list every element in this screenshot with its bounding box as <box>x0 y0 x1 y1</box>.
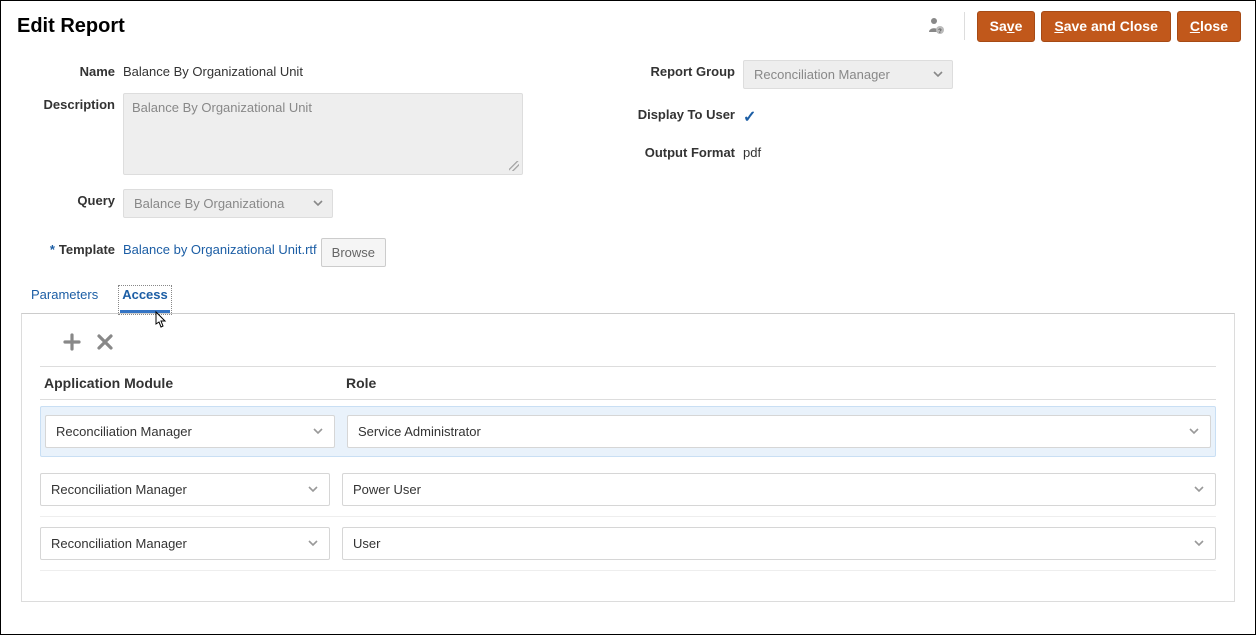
chevron-down-icon <box>932 68 944 80</box>
close-label: Close <box>1190 18 1228 34</box>
query-value: Balance By Organizationa <box>134 196 284 211</box>
description-textarea[interactable]: Balance By Organizational Unit <box>123 93 523 175</box>
chevron-down-icon <box>312 197 324 209</box>
role-select[interactable]: User <box>342 527 1216 560</box>
chevron-down-icon <box>1188 425 1200 437</box>
table-row[interactable]: Reconciliation Manager Service Administr… <box>40 406 1216 457</box>
form-area: Name Balance By Organizational Unit Desc… <box>1 50 1255 281</box>
template-link[interactable]: Balance by Organizational Unit.rtf <box>123 238 317 257</box>
toolbar <box>40 332 1216 366</box>
app-module-value: Reconciliation Manager <box>56 424 192 439</box>
name-value: Balance By Organizational Unit <box>123 60 303 79</box>
col-header-role: Role <box>342 375 1216 391</box>
role-value: User <box>353 536 380 551</box>
tab-parameters[interactable]: Parameters <box>31 287 98 313</box>
chevron-down-icon <box>1193 483 1205 495</box>
app-module-value: Reconciliation Manager <box>51 482 187 497</box>
col-header-app: Application Module <box>40 375 342 391</box>
access-panel: Application Module Role Reconciliation M… <box>21 313 1235 602</box>
app-module-select[interactable]: Reconciliation Manager <box>40 527 330 560</box>
save-and-close-button[interactable]: Save and Close <box>1041 11 1171 42</box>
report-group-value: Reconciliation Manager <box>754 67 890 82</box>
query-select[interactable]: Balance By Organizationa <box>123 189 333 218</box>
header-actions: ? Save Save and Close Close <box>926 11 1241 42</box>
output-format-value: pdf <box>743 141 761 160</box>
divider <box>964 12 965 40</box>
description-value: Balance By Organizational Unit <box>132 100 312 115</box>
save-close-label: Save and Close <box>1054 18 1158 34</box>
role-select[interactable]: Power User <box>342 473 1216 506</box>
close-button[interactable]: Close <box>1177 11 1241 42</box>
form-left-col: Name Balance By Organizational Unit Desc… <box>31 60 523 281</box>
grid-header: Application Module Role <box>40 366 1216 400</box>
chevron-down-icon <box>307 537 319 549</box>
page-title: Edit Report <box>17 15 125 38</box>
table-row[interactable]: Reconciliation Manager User <box>40 517 1216 571</box>
chevron-down-icon <box>1193 537 1205 549</box>
tabs: Parameters Access <box>1 281 1255 313</box>
role-select[interactable]: Service Administrator <box>347 415 1211 448</box>
user-role-icon[interactable]: ? <box>926 16 946 36</box>
query-label: Query <box>31 189 123 208</box>
header-bar: Edit Report ? Save Save and Close Close <box>1 1 1255 50</box>
chevron-down-icon <box>307 483 319 495</box>
chevron-down-icon <box>312 425 324 437</box>
save-button[interactable]: Save <box>977 11 1036 42</box>
report-group-select[interactable]: Reconciliation Manager <box>743 60 953 89</box>
form-right-col: Report Group Reconciliation Manager Disp… <box>623 60 953 281</box>
display-to-user-label: Display To User <box>623 103 743 122</box>
svg-text:?: ? <box>938 29 942 35</box>
description-label: Description <box>31 93 123 112</box>
report-group-label: Report Group <box>623 60 743 79</box>
template-label: *Template <box>31 238 123 257</box>
name-label: Name <box>31 60 123 79</box>
app-module-value: Reconciliation Manager <box>51 536 187 551</box>
role-value: Power User <box>353 482 421 497</box>
tab-access[interactable]: Access <box>120 287 170 313</box>
delete-icon[interactable] <box>96 333 114 351</box>
output-format-label: Output Format <box>623 141 743 160</box>
add-icon[interactable] <box>62 332 82 352</box>
check-icon: ✓ <box>743 103 756 127</box>
table-row[interactable]: Reconciliation Manager Power User <box>40 463 1216 517</box>
app-module-select[interactable]: Reconciliation Manager <box>40 473 330 506</box>
save-label: Save <box>990 18 1023 34</box>
role-value: Service Administrator <box>358 424 481 439</box>
resize-handle-icon[interactable] <box>509 161 519 171</box>
app-module-select[interactable]: Reconciliation Manager <box>45 415 335 448</box>
browse-button[interactable]: Browse <box>321 238 386 267</box>
